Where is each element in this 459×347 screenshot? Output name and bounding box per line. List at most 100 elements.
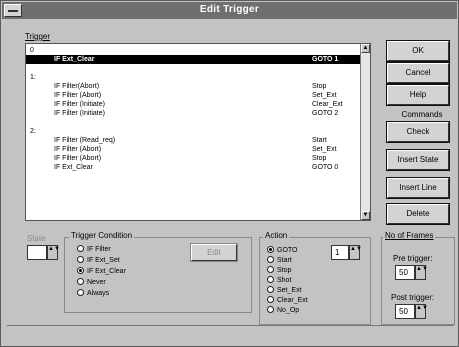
trigger-list-row[interactable]: 0	[26, 46, 360, 55]
vertical-scrollbar[interactable]: ▲ ▼	[360, 44, 370, 220]
trigger-list-row[interactable]: IF Filter (Abort) Stop	[26, 154, 360, 163]
bottom-divider	[7, 325, 454, 326]
trigger-cell-c2: IF Filter (Initiate)	[54, 101, 105, 108]
trigger-cell-c1: 0	[30, 47, 34, 54]
help-button[interactable]: Help	[386, 84, 450, 106]
delete-button[interactable]: Delete	[386, 203, 450, 225]
state-field[interactable]	[27, 245, 47, 260]
insert-line-button[interactable]: Insert Line	[386, 177, 450, 199]
state-label: State	[27, 234, 46, 243]
trigger-cell-c2: IF Filter (Abort)	[54, 155, 102, 162]
trigger-cell-c2: IF Filter (Abort)	[54, 146, 102, 153]
radio-dot-icon	[267, 296, 274, 303]
action-radio-set-ext[interactable]: Set_Ext	[267, 286, 302, 294]
trigger-cell-c1: 2:	[30, 128, 36, 135]
tc-option-label: Always	[87, 290, 110, 297]
trigger-list-row[interactable]	[26, 64, 360, 73]
window-title: Edit Trigger	[199, 4, 260, 15]
pre-trigger-label: Pre trigger:	[393, 254, 433, 263]
state-spin-icon[interactable]: ▲▼	[47, 245, 60, 260]
radio-dot-icon	[77, 289, 84, 296]
radio-dot-icon	[267, 256, 274, 263]
radio-dot-icon	[267, 306, 274, 313]
action-option-label: Start	[277, 257, 292, 264]
goto-value-field[interactable]: 1	[331, 245, 349, 260]
tc-radio-never[interactable]: Never	[77, 278, 106, 286]
trigger-cell-c3: GOTO 2	[312, 110, 339, 117]
trigger-list-row[interactable]: IF Ext_Clear GOTO 1	[26, 55, 360, 64]
trigger-list-row[interactable]: IF Filter (Read_req) Start	[26, 136, 360, 145]
action-radio-clear-ext[interactable]: Clear_Ext	[267, 296, 308, 304]
trigger-list[interactable]: ▲ ▼ 0 IF Ext_Clear GOTO 1 1: IF Filter(Abort…	[25, 43, 371, 221]
radio-dot-icon	[77, 278, 84, 285]
post-trigger-label: Post trigger:	[391, 293, 435, 302]
action-option-label: Shot	[277, 277, 292, 284]
trigger-cell-c2: IF Filter(Abort)	[54, 83, 100, 90]
action-radio-no-op[interactable]: No_Op	[267, 306, 299, 314]
ok-button[interactable]: OK	[386, 40, 450, 62]
trigger-cell-c3: GOTO 0	[312, 164, 339, 171]
trigger-cell-c3: GOTO 1	[312, 56, 339, 63]
post-trigger-spin-icon[interactable]: ▲▼	[415, 304, 428, 319]
trigger-cell-c3: Stop	[312, 83, 327, 90]
frames-label: No of Frames	[383, 231, 436, 240]
action-option-label: No_Op	[277, 307, 300, 314]
cancel-button[interactable]: Cancel	[386, 62, 450, 84]
trigger-cell-c2: IF Filter (Initiate)	[54, 110, 105, 117]
scroll-up-arrow-icon[interactable]: ▲	[361, 44, 370, 53]
goto-spin-icon[interactable]: ▲▼	[349, 245, 362, 260]
edit-trigger-window: Edit Trigger Trigger ▲ ▼ 0 IF Ext_Clear GO…	[0, 0, 459, 347]
trigger-list-row[interactable]: IF Filter(Abort) Stop	[26, 82, 360, 91]
trigger-list-row[interactable]: 2:	[26, 127, 360, 136]
pre-trigger-spin-icon[interactable]: ▲▼	[415, 265, 428, 280]
title-bar: Edit Trigger	[2, 2, 457, 19]
tc-radio-if-ext-clear[interactable]: IF Ext_Clear	[77, 267, 126, 275]
trigger-list-row[interactable]	[26, 118, 360, 127]
insert-state-button[interactable]: Insert State	[386, 149, 450, 171]
radio-dot-icon	[267, 246, 274, 253]
action-label: Action	[263, 231, 290, 240]
radio-dot-icon	[267, 276, 274, 283]
check-button[interactable]: Check	[386, 121, 450, 143]
trigger-list-label: Trigger	[25, 32, 51, 41]
trigger-cell-c3: Clear_Ext	[312, 101, 343, 108]
trigger-list-row[interactable]: IF Filter (Initiate) Clear_Ext	[26, 100, 360, 109]
tc-radio-if-ext-set[interactable]: IF Ext_Set	[77, 256, 120, 264]
action-radio-shot[interactable]: Shot	[267, 276, 291, 284]
trigger-list-row[interactable]: IF Filter (Abort) Set_Ext	[26, 91, 360, 100]
tc-radio-always[interactable]: Always	[77, 289, 109, 297]
trigger-list-row[interactable]: IF Filter (Abort) Set_Ext	[26, 145, 360, 154]
trigger-list-row[interactable]: IF Ext_Clear GOTO 0	[26, 163, 360, 172]
trigger-cell-c2: IF Filter (Read_req)	[54, 137, 116, 144]
action-option-label: Clear_Ext	[277, 297, 308, 304]
trigger-cell-c2: IF Ext_Clear	[54, 164, 93, 171]
radio-dot-icon	[267, 286, 274, 293]
action-option-label: Stop	[277, 267, 292, 274]
trigger-list-row[interactable]: IF Filter (Initiate) GOTO 2	[26, 109, 360, 118]
action-radio-start[interactable]: Start	[267, 256, 292, 264]
tc-radio-if-filter[interactable]: IF Filter	[77, 245, 111, 253]
trigger-cell-c1: 1:	[30, 74, 36, 81]
tc-option-label: IF Filter	[87, 246, 111, 253]
pre-trigger-field[interactable]: 50	[395, 265, 415, 280]
tc-option-label: Never	[87, 279, 106, 286]
action-option-label: GOTO	[277, 247, 298, 254]
post-trigger-field[interactable]: 50	[395, 304, 415, 319]
tc-option-label: IF Ext_Clear	[87, 268, 126, 275]
trigger-cell-c3: Set_Ext	[312, 146, 337, 153]
scroll-down-arrow-icon[interactable]: ▼	[361, 211, 370, 220]
edit-button[interactable]: Edit	[190, 243, 238, 262]
trigger-cell-c3: Set_Ext	[312, 92, 337, 99]
action-radio-goto[interactable]: GOTO	[267, 246, 297, 254]
trigger-cell-c2: IF Ext_Clear	[54, 56, 95, 63]
commands-label: Commands	[401, 110, 443, 119]
trigger-condition-label: Trigger Condition	[69, 231, 135, 240]
radio-dot-icon	[77, 245, 84, 252]
trigger-cell-c3: Stop	[312, 155, 327, 162]
action-radio-stop[interactable]: Stop	[267, 266, 291, 274]
trigger-list-row[interactable]: 1:	[26, 73, 360, 82]
action-option-label: Set_Ext	[277, 287, 302, 294]
radio-dot-icon	[267, 266, 274, 273]
radio-dot-icon	[77, 267, 84, 274]
trigger-cell-c3: Start	[312, 137, 327, 144]
